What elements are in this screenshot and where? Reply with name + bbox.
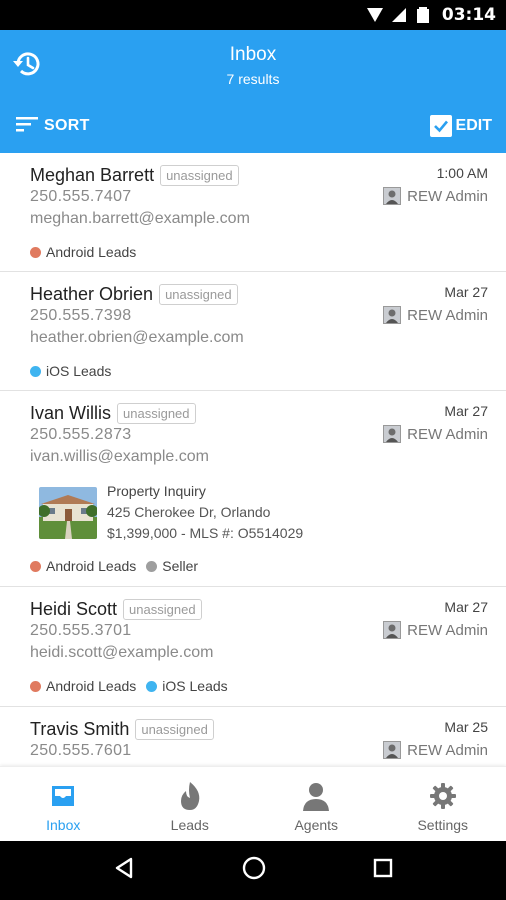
lead-row[interactable]: Travis Smith unassigned 250.555.7601 Mar… [0,707,506,766]
lead-row[interactable]: Ivan Willis unassigned 250.555.2873 ivan… [0,391,506,587]
assigned-agent: REW Admin [383,741,488,759]
back-icon[interactable] [112,856,136,885]
inbox-icon [48,781,78,811]
tag-dot [30,246,41,258]
lead-date: Mar 27 [444,599,488,615]
lead-email[interactable]: heidi.scott@example.com [30,644,488,667]
checkbox-icon [429,115,452,137]
lead-tags: iOS Leads [30,360,488,382]
assigned-agent: REW Admin [383,425,488,443]
agent-avatar [383,306,402,324]
agent-name: REW Admin [407,741,488,759]
property-inquiry[interactable]: Property Inquiry 425 Cherokee Dr, Orland… [39,481,488,547]
tag-dot [30,560,41,572]
assignment-badge: unassigned [159,283,238,305]
inquiry-details: $1,399,000 - MLS #: O5514029 [107,525,304,541]
assigned-agent: REW Admin [383,306,488,324]
tag-dot [30,680,41,692]
agent-name: REW Admin [407,187,488,205]
edit-label: EDIT [455,117,492,134]
cellular-icon [390,6,408,24]
inquiry-address: 425 Cherokee Dr, Orlando [107,504,271,520]
assignment-badge: unassigned [123,598,202,620]
lead-email[interactable]: meghan.barrett@example.com [30,210,488,233]
nav-label: Agents [294,817,339,833]
lead-tag: iOS Leads [30,363,111,379]
lead-name: Meghan Barrett [30,164,155,185]
property-thumbnail [39,487,97,539]
lead-row[interactable]: Heidi Scott unassigned 250.555.3701 heid… [0,587,506,707]
tag-dot [146,680,158,692]
lead-tag: Android Leads [30,558,136,574]
sort-button[interactable]: SORT [16,114,90,138]
lead-name: Heidi Scott [30,598,118,619]
tag-label: Android Leads [46,244,137,260]
nav-label: Settings [417,817,469,833]
nav-item-leads[interactable]: Leads [127,767,254,841]
lead-tags: Android Leads iOS Leads [30,675,488,697]
recents-icon[interactable] [372,857,394,884]
person-icon [301,781,331,811]
nav-label: Leads [170,817,209,833]
assigned-agent: REW Admin [383,187,488,205]
status-time: 03:14 [441,5,496,25]
lead-date: Mar 27 [444,403,488,419]
sort-icon [16,115,38,138]
nav-item-agents[interactable]: Agents [253,767,380,841]
tag-dot [30,365,41,377]
tag-label: Android Leads [46,678,137,694]
lead-tag: iOS Leads [146,678,228,694]
flame-icon [175,781,205,811]
lead-tag: Android Leads [30,244,136,260]
lead-email[interactable]: heather.obrien@example.com [30,329,488,352]
sort-label: SORT [44,117,90,134]
battery-icon [414,6,432,24]
lead-date: 1:00 AM [436,165,488,181]
tag-dot [146,560,158,572]
nav-label: Inbox [46,817,81,833]
lead-tags: Android Leads [30,241,488,263]
assignment-badge: unassigned [117,402,196,424]
lead-name: Travis Smith [30,718,130,739]
agent-name: REW Admin [407,621,488,639]
inquiry-title: Property Inquiry [107,483,206,499]
agent-avatar [383,425,402,443]
lead-row[interactable]: Heather Obrien unassigned 250.555.7398 h… [0,272,506,391]
agent-name: REW Admin [407,306,488,324]
assignment-badge: unassigned [160,164,239,186]
status-bar: 03:14 [0,0,506,30]
assignment-badge: unassigned [135,718,214,740]
agent-name: REW Admin [407,425,488,443]
assigned-agent: REW Admin [383,621,488,639]
tag-label: iOS Leads [162,678,228,694]
lead-list: Meghan Barrett unassigned 250.555.7407 m… [0,153,506,766]
agent-avatar [383,741,402,759]
app-bar: Inbox 7 results SORT EDIT [0,30,506,153]
bottom-navigation: Inbox Leads Agents Settings [0,766,506,841]
lead-tag: Android Leads [30,678,136,694]
signal-icon [366,6,384,24]
lead-tag: Seller [146,558,198,574]
lead-row[interactable]: Meghan Barrett unassigned 250.555.7407 m… [0,153,506,272]
gear-icon [428,781,458,811]
home-icon[interactable] [241,855,267,886]
tag-label: Android Leads [46,558,137,574]
agent-avatar [383,621,402,639]
page-title: Inbox [229,44,277,65]
lead-tags: Android Leads Seller [30,555,488,577]
agent-avatar [383,187,402,205]
lead-name: Heather Obrien [30,283,154,304]
lead-name: Ivan Willis [30,402,112,423]
lead-date: Mar 27 [444,284,488,300]
edit-button[interactable]: EDIT [429,114,492,138]
nav-item-inbox[interactable]: Inbox [0,767,127,841]
lead-date: Mar 25 [444,719,488,735]
nav-item-settings[interactable]: Settings [380,767,506,841]
system-nav-bar [0,841,506,900]
results-count: 7 results [226,71,280,87]
tag-label: iOS Leads [46,363,112,379]
lead-email[interactable]: ivan.willis@example.com [30,448,488,471]
tag-label: Seller [162,558,199,574]
